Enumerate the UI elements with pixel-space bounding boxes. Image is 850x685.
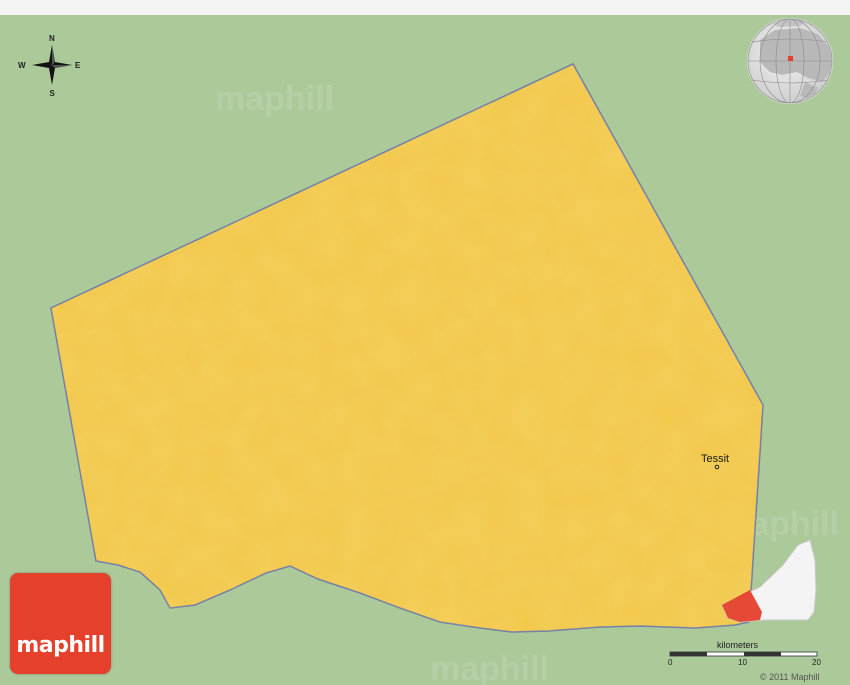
compass-east: E <box>75 61 81 70</box>
compass-south: S <box>50 89 56 98</box>
globe-locator <box>747 18 833 104</box>
scale-tick-0: 0 <box>668 658 673 667</box>
svg-text:maphill: maphill <box>430 650 549 685</box>
logo-text: maphill <box>16 633 105 658</box>
copyright-text: © 2011 Maphill <box>760 672 820 682</box>
maphill-logo[interactable]: maphill <box>10 573 111 674</box>
city-label: Tessit <box>701 453 729 465</box>
scale-tick-2: 20 <box>812 658 821 667</box>
top-border <box>0 0 850 15</box>
scale-title: kilometers <box>717 640 759 650</box>
scale-tick-1: 10 <box>738 658 747 667</box>
compass-west: W <box>18 61 26 70</box>
svg-text:maphill: maphill <box>215 80 334 118</box>
map-canvas[interactable]: maphill maphill maphill Tessit N S W E k… <box>0 0 850 685</box>
compass-north: N <box>49 34 55 43</box>
